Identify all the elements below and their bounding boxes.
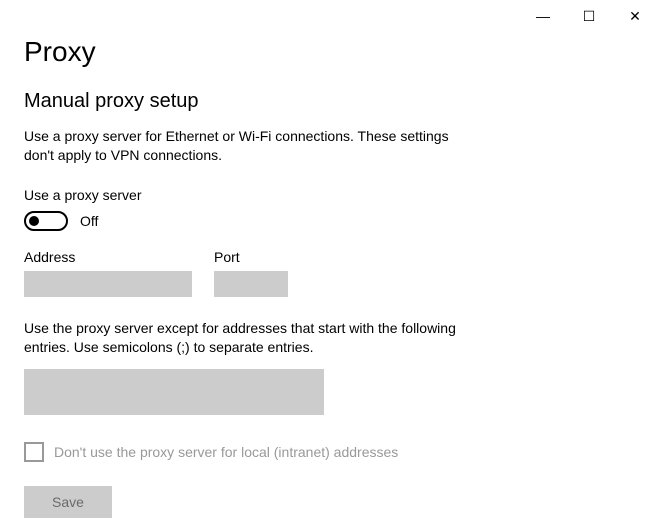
minimize-icon: — [536, 8, 550, 24]
save-button[interactable]: Save [24, 486, 112, 518]
page-title: Proxy [24, 36, 634, 68]
toggle-label: Use a proxy server [24, 187, 634, 203]
close-icon: ✕ [629, 8, 641, 25]
address-label: Address [24, 249, 192, 265]
address-port-row: Address Port [24, 249, 634, 297]
port-label: Port [214, 249, 288, 265]
exceptions-description: Use the proxy server except for addresse… [24, 319, 464, 357]
toggle-knob-icon [29, 216, 39, 226]
toggle-state: Off [80, 213, 98, 229]
maximize-icon: ☐ [583, 8, 596, 25]
maximize-button[interactable]: ☐ [566, 0, 612, 32]
close-button[interactable]: ✕ [612, 0, 658, 32]
address-field-group: Address [24, 249, 192, 297]
local-bypass-row: Don't use the proxy server for local (in… [24, 442, 634, 462]
address-input[interactable] [24, 271, 192, 297]
exceptions-input[interactable] [24, 369, 324, 415]
minimize-button[interactable]: — [520, 0, 566, 32]
section-title: Manual proxy setup [24, 90, 634, 113]
content-area: Proxy Manual proxy setup Use a proxy ser… [0, 0, 658, 518]
local-bypass-checkbox[interactable] [24, 442, 44, 462]
window-titlebar: — ☐ ✕ [520, 0, 658, 32]
use-proxy-toggle[interactable] [24, 211, 68, 231]
port-input[interactable] [214, 271, 288, 297]
port-field-group: Port [214, 249, 288, 297]
section-description: Use a proxy server for Ethernet or Wi-Fi… [24, 127, 464, 165]
local-bypass-label: Don't use the proxy server for local (in… [54, 444, 398, 460]
toggle-row: Off [24, 211, 634, 231]
